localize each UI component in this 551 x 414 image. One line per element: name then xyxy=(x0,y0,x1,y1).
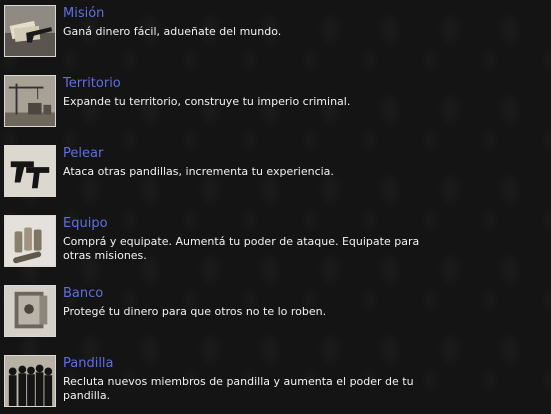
item-description: Ganá dinero fácil, adueñate del mundo. xyxy=(63,25,282,38)
item-title[interactable]: Pelear xyxy=(63,146,103,162)
construction-crane-icon[interactable] xyxy=(4,75,56,127)
menu-item-banco[interactable]: Banco Protegé tu dinero para que otros n… xyxy=(3,285,543,341)
item-description: Protegé tu dinero para que otros no te l… xyxy=(63,305,327,318)
safe-icon[interactable] xyxy=(4,285,56,337)
menu-item-mision[interactable]: Misión Ganá dinero fácil, adueñate del m… xyxy=(3,5,543,61)
gang-silhouette-icon[interactable] xyxy=(4,355,56,407)
menu-item-equipo[interactable]: Equipo Comprá y equipate. Aumentá tu pod… xyxy=(3,215,543,271)
item-description: Expande tu territorio, construye tu impe… xyxy=(63,95,351,108)
item-title[interactable]: Equipo xyxy=(63,216,108,232)
menu-item-pandilla[interactable]: Pandilla Recluta nuevos miembros de pand… xyxy=(3,355,543,411)
menu-item-territorio[interactable]: Territorio Expande tu territorio, constr… xyxy=(3,75,543,131)
item-title[interactable]: Territorio xyxy=(63,76,121,92)
money-gun-icon[interactable] xyxy=(4,5,56,57)
item-description: Ataca otras pandillas, incrementa tu exp… xyxy=(63,165,334,178)
pistols-icon[interactable] xyxy=(4,145,56,197)
item-description: Comprá y equipate. Aumentá tu poder de a… xyxy=(63,235,420,262)
item-title[interactable]: Pandilla xyxy=(63,356,114,372)
menu-item-pelear[interactable]: Pelear Ataca otras pandillas, incrementa… xyxy=(3,145,543,201)
item-title[interactable]: Banco xyxy=(63,286,103,302)
item-description: Recluta nuevos miembros de pandilla y au… xyxy=(63,375,414,402)
item-title[interactable]: Misión xyxy=(63,6,104,22)
bullets-icon[interactable] xyxy=(4,215,56,267)
